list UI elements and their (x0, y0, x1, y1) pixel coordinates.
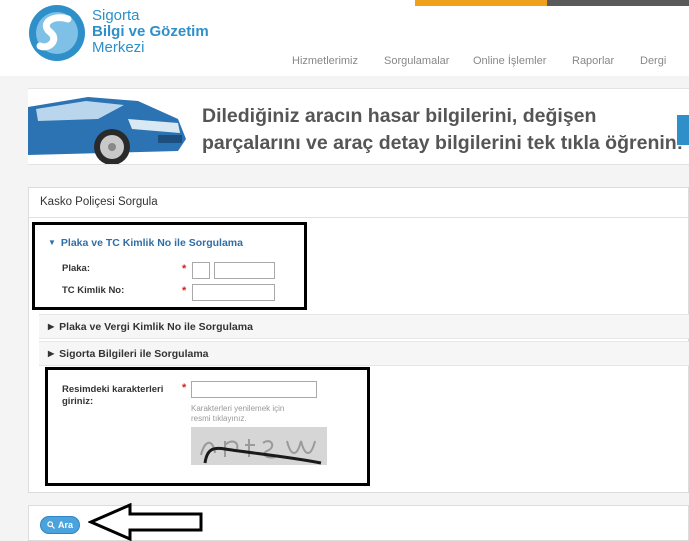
search-button[interactable]: Ara (40, 516, 80, 534)
section-insurance[interactable]: ▶ Sigorta Bilgileri ile Sorgulama (48, 348, 209, 360)
nav-hizmetlerimiz[interactable]: Hizmetlerimiz (292, 55, 358, 67)
logo-icon[interactable] (28, 4, 86, 62)
banner-line-1: Dilediğiniz aracın hasar bilgilerini, de… (202, 105, 597, 127)
section-insurance-label: Sigorta Bilgileri ile Sorgulama (59, 348, 209, 360)
nav-dergi[interactable]: Dergi (640, 55, 666, 67)
car-image (28, 89, 188, 164)
search-button-label: Ara (57, 520, 73, 530)
panel-divider (29, 217, 688, 218)
logo-line-3: Merkezi (92, 39, 145, 56)
logo-line-2: Bilgi ve Gözetim (92, 23, 209, 40)
promo-banner[interactable]: Dilediğiniz aracın hasar bilgilerini, de… (28, 88, 689, 165)
caret-right-icon: ▶ (48, 322, 55, 331)
section-plate-tax[interactable]: ▶ Plaka ve Vergi Kimlik No ile Sorgulama (48, 321, 253, 333)
search-icon (47, 521, 55, 529)
banner-line-2: parçalarını ve araç detay bilgilerini te… (202, 132, 684, 154)
highlight-box-captcha (45, 367, 370, 486)
section-plate-tax-label: Plaka ve Vergi Kimlik No ile Sorgulama (59, 321, 253, 333)
nav-sorgulamalar[interactable]: Sorgulamalar (384, 55, 449, 67)
nav-online-islemler[interactable]: Online İşlemler (473, 55, 546, 67)
pointer-arrow-icon (88, 503, 203, 541)
banner-next-button[interactable] (677, 115, 689, 145)
logo-text[interactable]: Sigorta Bilgi ve Gözetim Merkezi (92, 8, 209, 56)
panel-title: Kasko Poliçesi Sorgula (40, 196, 158, 208)
top-strip-links[interactable] (547, 0, 689, 6)
top-strip-highlight[interactable] (415, 0, 547, 6)
nav-raporlar[interactable]: Raporlar (572, 55, 614, 67)
caret-right-icon: ▶ (48, 349, 55, 358)
top-utility-strip (415, 0, 689, 6)
logo-line-1: Sigorta (92, 7, 140, 24)
highlight-box-plate-tc (32, 222, 307, 310)
site-header: Sigorta Bilgi ve Gözetim Merkezi Hizmetl… (0, 0, 689, 76)
banner-text: Dilediğiniz aracın hasar bilgilerini, de… (202, 103, 683, 157)
